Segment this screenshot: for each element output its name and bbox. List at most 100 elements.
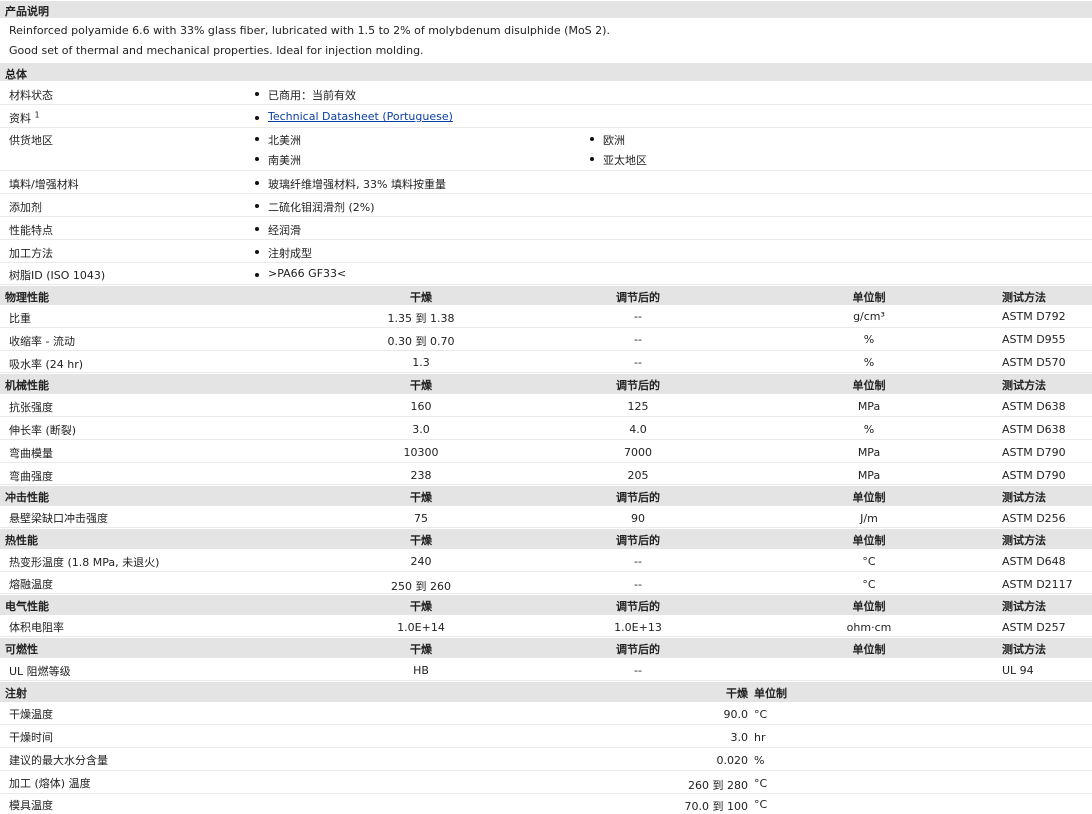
table-row: 干燥时间 3.0 hr xyxy=(0,725,1092,748)
table-row: 模具温度 70.0 到 100 °C xyxy=(0,794,1092,813)
value-method: ASTM D648 xyxy=(1002,555,1066,568)
technical-datasheet-link[interactable]: Technical Datasheet (Portuguese) xyxy=(268,110,453,123)
footnote-marker: 1 xyxy=(34,110,40,120)
section-title: 机械性能 xyxy=(5,379,49,392)
general-row: 性能特点 经润滑 xyxy=(0,217,1092,240)
column-unit: 单位制 xyxy=(852,600,886,613)
bullet-icon xyxy=(255,250,259,254)
general-value: 已商用：当前有效 xyxy=(268,89,356,102)
table-row: 比重 1.35 到 1.38 -- g/cm³ ASTM D792 xyxy=(0,305,1092,328)
value-dry: 90.0 xyxy=(723,708,749,721)
value-unit: MPa xyxy=(857,469,881,482)
value-dry: 160 xyxy=(410,400,432,413)
column-method: 测试方法 xyxy=(1002,291,1046,304)
value-unit: ohm·cm xyxy=(846,621,892,634)
value-unit: J/m xyxy=(860,512,878,525)
section-header-impact: 冲击性能 干燥 调节后的 单位制 测试方法 xyxy=(0,485,1092,506)
value-method: ASTM D256 xyxy=(1002,512,1066,525)
column-dry: 干燥 xyxy=(410,491,432,504)
column-dry: 干燥 xyxy=(410,643,432,656)
property-name: 抗张强度 xyxy=(9,401,53,414)
section-header-description: 产品说明 xyxy=(0,0,1092,18)
general-value: 玻璃纤维增强材料, 33% 填料按重量 xyxy=(268,178,446,191)
value-unit: °C xyxy=(862,578,876,591)
value-dry: 1.0E+14 xyxy=(397,621,445,634)
general-row: 资料 1 Technical Datasheet (Portuguese) xyxy=(0,105,1092,128)
general-value: 经润滑 xyxy=(268,224,301,237)
value-dry: 3.0 xyxy=(730,731,749,744)
column-conditioned: 调节后的 xyxy=(616,600,660,613)
column-conditioned: 调节后的 xyxy=(616,291,660,304)
table-row: 收缩率 - 流动 0.30 到 0.70 -- % ASTM D955 xyxy=(0,328,1092,351)
general-row: 填料/增强材料 玻璃纤维增强材料, 33% 填料按重量 xyxy=(0,171,1092,194)
value-unit: % xyxy=(863,356,875,369)
section-title: 可燃性 xyxy=(5,643,38,656)
value-dry: 0.020 xyxy=(716,754,749,767)
value-method: UL 94 xyxy=(1002,664,1034,677)
property-name: 弯曲强度 xyxy=(9,470,53,483)
table-row: 熔融温度 250 到 260 -- °C ASTM D2117 xyxy=(0,572,1092,594)
table-row: 建议的最大水分含量 0.020 % xyxy=(0,748,1092,771)
general-value: >PA66 GF33< xyxy=(268,267,347,280)
column-unit: 单位制 xyxy=(852,291,886,304)
property-name: 悬壁梁缺口冲击强度 xyxy=(9,512,108,525)
bullet-icon xyxy=(255,137,259,141)
value-method: ASTM D638 xyxy=(1002,400,1066,413)
value-unit: °C xyxy=(754,708,768,721)
value-dry: 240 xyxy=(410,555,432,568)
table-row: 弯曲强度 238 205 MPa ASTM D790 xyxy=(0,463,1092,485)
property-name: 干燥温度 xyxy=(9,708,53,721)
region-item: 亚太地区 xyxy=(603,154,647,167)
region-item: 南美洲 xyxy=(268,154,301,167)
bullet-icon xyxy=(590,137,594,141)
section-title: 总体 xyxy=(5,68,27,81)
general-label: 材料状态 xyxy=(9,89,53,102)
value-dry: HB xyxy=(413,664,429,677)
column-unit: 单位制 xyxy=(754,687,787,700)
region-item: 北美洲 xyxy=(268,134,301,147)
column-unit: 单位制 xyxy=(852,491,886,504)
property-name: 体积电阻率 xyxy=(9,621,64,634)
property-name: 加工 (熔体) 温度 xyxy=(9,777,91,790)
general-label: 性能特点 xyxy=(9,224,53,237)
section-header-thermal: 热性能 干燥 调节后的 单位制 测试方法 xyxy=(0,528,1092,549)
value-unit: °C xyxy=(862,555,876,568)
section-title: 注射 xyxy=(5,687,27,700)
general-value: 二硫化钼润滑剂 (2%) xyxy=(268,201,375,214)
value-conditioned: 4.0 xyxy=(629,423,647,436)
section-title: 物理性能 xyxy=(5,291,49,304)
column-conditioned: 调节后的 xyxy=(616,379,660,392)
value-unit: MPa xyxy=(857,400,881,413)
value-dry: 10300 xyxy=(403,446,439,459)
table-row: 抗张强度 160 125 MPa ASTM D638 xyxy=(0,394,1092,417)
value-method: ASTM D2117 xyxy=(1002,578,1073,591)
table-row: 弯曲模量 10300 7000 MPa ASTM D790 xyxy=(0,440,1092,463)
region-item: 欧洲 xyxy=(603,134,625,147)
general-label: 树脂ID (ISO 1043) xyxy=(9,269,106,282)
column-dry: 干燥 xyxy=(726,687,748,700)
section-title: 冲击性能 xyxy=(5,491,49,504)
table-row: UL 阻燃等级 HB -- UL 94 xyxy=(0,658,1092,681)
column-method: 测试方法 xyxy=(1002,379,1046,392)
general-label: 资料 1 xyxy=(9,110,40,125)
column-unit: 单位制 xyxy=(852,379,886,392)
general-row: 树脂ID (ISO 1043) >PA66 GF33< xyxy=(0,263,1092,285)
bullet-icon xyxy=(590,157,594,161)
general-label: 加工方法 xyxy=(9,247,53,260)
general-row: 加工方法 注射成型 xyxy=(0,240,1092,263)
value-unit: MPa xyxy=(857,446,881,459)
value-unit: % xyxy=(754,754,765,767)
value-dry: 260 到 280 xyxy=(688,779,748,792)
column-conditioned: 调节后的 xyxy=(616,643,660,656)
value-method: ASTM D790 xyxy=(1002,446,1066,459)
value-dry: 0.30 到 0.70 xyxy=(387,335,455,348)
value-unit: % xyxy=(863,333,875,346)
value-conditioned: 1.0E+13 xyxy=(614,621,662,634)
value-conditioned: -- xyxy=(634,664,642,677)
property-name: 弯曲模量 xyxy=(9,447,53,460)
value-conditioned: 90 xyxy=(631,512,645,525)
column-unit: 单位制 xyxy=(852,534,886,547)
value-conditioned: -- xyxy=(634,356,642,369)
value-unit: g/cm³ xyxy=(853,310,885,323)
column-method: 测试方法 xyxy=(1002,643,1046,656)
